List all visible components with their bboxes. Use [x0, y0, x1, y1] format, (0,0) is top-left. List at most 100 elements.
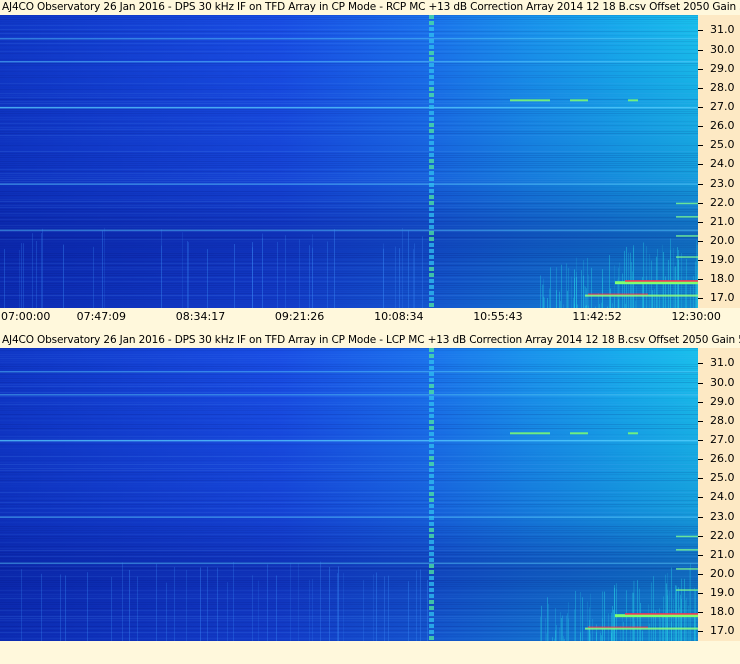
y-tick-label: 22.0 [710, 195, 735, 209]
noise-striation [0, 199, 698, 200]
vertical-interference-band [429, 243, 434, 247]
noise-striation [0, 69, 698, 70]
burst-streak [200, 567, 201, 641]
burst-streak [42, 228, 43, 308]
storm-streak [561, 618, 562, 641]
noise-striation [0, 55, 698, 56]
noise-striation [0, 149, 698, 150]
y-tick [698, 221, 703, 223]
noise-striation [0, 209, 698, 210]
storm-streak [542, 284, 543, 308]
noise-striation [0, 376, 698, 377]
noise-striation [0, 586, 698, 587]
noise-striation [0, 71, 698, 72]
burst-streak [312, 578, 313, 641]
emission-fragment [676, 202, 698, 205]
vertical-interference-band [429, 129, 434, 133]
emission-fragment [676, 568, 698, 570]
vertical-interference-band [429, 552, 434, 556]
vertical-interference-band [429, 486, 434, 490]
y-tick-label: 27.0 [710, 432, 735, 446]
storm-streak [649, 623, 650, 641]
noise-striation [0, 368, 698, 369]
lcp-frequency-axis: 31.0 30.0 29.0 28.0 27.0 26.0 25.0 24.0 23.0 22.0… [698, 348, 740, 641]
burst-streak [363, 580, 364, 641]
noise-striation [0, 139, 698, 140]
storm-streak [612, 606, 613, 641]
noise-striation [0, 444, 698, 445]
vertical-interference-band [429, 273, 434, 277]
vertical-interference-band [429, 390, 434, 394]
y-tick-label: 17.0 [710, 291, 735, 305]
noise-striation [0, 219, 698, 220]
burst-streak [21, 243, 22, 308]
noise-striation [0, 392, 698, 393]
y-tick-label: 28.0 [710, 413, 735, 427]
storm-streak [659, 296, 660, 308]
storm-streak [610, 296, 611, 308]
rcp-spectrogram-plot [0, 15, 698, 308]
burst-streak [182, 232, 183, 308]
storm-streak [591, 267, 592, 308]
lcp-spectrogram-plot [0, 348, 698, 641]
noise-striation [0, 552, 698, 553]
noise-striation [0, 27, 698, 28]
noise-striation [0, 502, 698, 503]
burst-streak [298, 562, 299, 641]
storm-streak [560, 301, 561, 308]
vertical-interference-band [429, 261, 434, 265]
noise-striation [0, 45, 698, 46]
burst-streak [312, 234, 313, 308]
noise-striation [0, 93, 698, 94]
emission-band-lower [585, 627, 698, 630]
burst-streak [166, 582, 167, 641]
burst-streak [65, 575, 66, 641]
burst-streak [373, 574, 374, 641]
noise-striation [0, 65, 698, 66]
noise-striation [0, 484, 698, 485]
noise-striation [0, 458, 698, 459]
noise-striation [0, 17, 698, 18]
noise-striation [0, 362, 698, 363]
storm-streak [637, 580, 638, 641]
noise-striation [0, 434, 698, 435]
storm-streak [560, 612, 561, 641]
vertical-interference-band [429, 618, 434, 622]
storm-streak [670, 250, 671, 308]
y-tick-label: 19.0 [710, 586, 735, 600]
y-tick-label: 18.0 [710, 605, 735, 619]
noise-striation [0, 566, 698, 567]
noise-striation [0, 462, 698, 463]
emission-band-red [625, 280, 698, 282]
burst-streak [276, 575, 277, 641]
noise-striation [0, 43, 698, 44]
vertical-interference-band [429, 456, 434, 460]
y-tick [698, 202, 703, 204]
storm-streak [541, 605, 542, 641]
noise-striation [0, 638, 698, 639]
y-tick [698, 420, 703, 422]
noise-striation [0, 618, 698, 619]
storm-streak [609, 255, 610, 308]
storm-streak [663, 252, 664, 308]
burst-streak [414, 243, 415, 308]
noise-striation [0, 133, 698, 134]
noise-striation [0, 378, 698, 379]
y-tick-label: 23.0 [710, 509, 735, 523]
burst-streak [408, 581, 409, 641]
burst-streak [258, 580, 259, 641]
noise-striation [0, 466, 698, 467]
noise-striation [0, 584, 698, 585]
noise-striation [0, 197, 698, 198]
noise-striation [0, 165, 698, 166]
noise-striation [0, 215, 698, 216]
vertical-interference-band [429, 498, 434, 502]
noise-striation [0, 578, 698, 579]
vertical-interference-band [429, 378, 434, 382]
burst-streak [41, 233, 42, 308]
burst-streak [290, 562, 291, 641]
burst-streak [41, 573, 42, 641]
vertical-interference-band [429, 408, 434, 412]
vertical-interference-band [429, 87, 434, 91]
noise-striation [0, 624, 698, 625]
